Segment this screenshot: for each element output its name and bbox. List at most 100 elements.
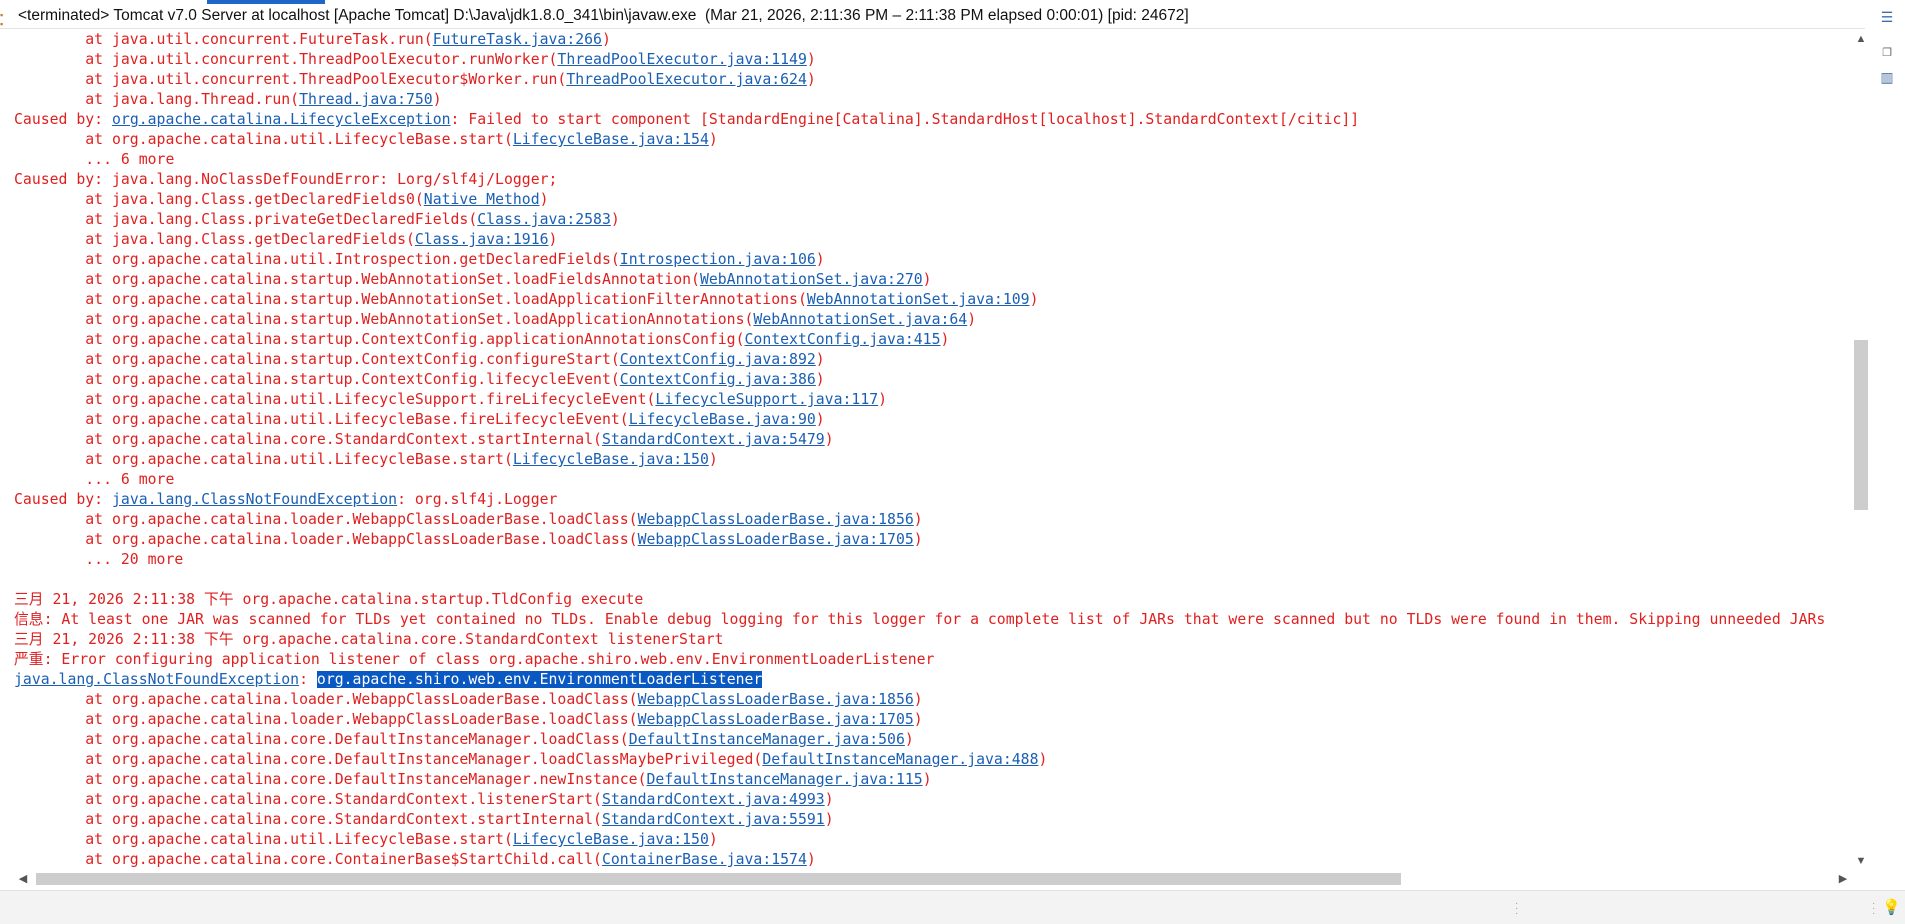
console-text: ) bbox=[824, 811, 834, 828]
stack-trace-link[interactable]: Native Method bbox=[424, 191, 540, 208]
console-text: at org.apache.catalina.util.LifecycleBas… bbox=[14, 411, 629, 428]
console-line: at java.lang.Class.getDeclaredFields(Cla… bbox=[14, 230, 1852, 250]
stack-trace-link[interactable]: WebAnnotationSet.java:64 bbox=[753, 311, 967, 328]
status-bar: · · · · · · 💡 bbox=[0, 890, 1905, 924]
stack-trace-link[interactable]: LifecycleBase.java:150 bbox=[513, 831, 709, 848]
restore-icon[interactable]: ❐ bbox=[1878, 44, 1896, 62]
console-text: at org.apache.catalina.util.LifecycleSup… bbox=[14, 391, 656, 408]
vertical-scroll-thumb[interactable] bbox=[1854, 340, 1868, 510]
stack-trace-link[interactable]: StandardContext.java:5479 bbox=[602, 431, 825, 448]
active-tab-indicator[interactable] bbox=[207, 0, 325, 4]
console-text: ) bbox=[806, 851, 816, 868]
console-text: ) bbox=[967, 311, 977, 328]
horizontal-scrollbar[interactable]: ◀ ▶ bbox=[14, 870, 1852, 888]
vertical-scrollbar[interactable]: ▲ ▼ bbox=[1852, 30, 1870, 870]
console-text: ) bbox=[539, 191, 549, 208]
console-text: 严重: Error configuring application listen… bbox=[14, 651, 935, 668]
stack-trace-link[interactable]: ThreadPoolExecutor.java:624 bbox=[566, 71, 807, 88]
stack-trace-link[interactable]: LifecycleBase.java:150 bbox=[513, 451, 709, 468]
status-grip-icon-2: · · · bbox=[1872, 898, 1876, 919]
console-line: at org.apache.catalina.loader.WebappClas… bbox=[14, 710, 1852, 730]
stack-trace-link[interactable]: Class.java:1916 bbox=[415, 231, 549, 248]
console-text: ) bbox=[1038, 751, 1048, 768]
stack-trace-link[interactable]: ContextConfig.java:386 bbox=[620, 371, 816, 388]
console-text: : org.slf4j.Logger bbox=[397, 491, 558, 508]
console-text: ) bbox=[913, 511, 923, 528]
console-text: ) bbox=[940, 331, 950, 348]
console-line: Caused by: org.apache.catalina.Lifecycle… bbox=[14, 110, 1852, 130]
console-line: at org.apache.catalina.loader.WebappClas… bbox=[14, 690, 1852, 710]
stack-trace-link[interactable]: ThreadPoolExecutor.java:1149 bbox=[557, 51, 806, 68]
stack-trace-link[interactable]: org.apache.catalina.LifecycleException bbox=[112, 111, 451, 128]
stack-trace-link[interactable]: WebAnnotationSet.java:109 bbox=[807, 291, 1030, 308]
horizontal-scroll-thumb[interactable] bbox=[36, 873, 1401, 885]
console-text: at org.apache.catalina.loader.WebappClas… bbox=[14, 711, 638, 728]
stack-trace-link[interactable]: StandardContext.java:5591 bbox=[602, 811, 825, 828]
console-text: ) bbox=[1029, 291, 1039, 308]
console-text: ) bbox=[913, 711, 923, 728]
console-line: at org.apache.catalina.core.ContainerBas… bbox=[14, 850, 1852, 870]
stack-trace-link[interactable]: Thread.java:750 bbox=[299, 91, 433, 108]
console-text: ) bbox=[922, 771, 932, 788]
console-line: 三月 21, 2026 2:11:38 下午 org.apache.catali… bbox=[14, 630, 1852, 650]
outline-icon[interactable]: ☰ bbox=[1878, 8, 1896, 26]
console-text: at org.apache.catalina.core.ContainerBas… bbox=[14, 851, 602, 868]
view-menu-icon[interactable]: ▪ ▪ bbox=[0, 11, 7, 29]
console-line: 信息: At least one JAR was scanned for TLD… bbox=[14, 610, 1852, 630]
scroll-left-icon[interactable]: ◀ bbox=[14, 870, 32, 888]
console-text: : bbox=[299, 671, 317, 688]
console-text: 信息: At least one JAR was scanned for TLD… bbox=[14, 611, 1826, 628]
console-text: at java.lang.Thread.run( bbox=[14, 91, 300, 108]
stack-trace-link[interactable]: Introspection.java:106 bbox=[620, 251, 816, 268]
stack-trace-link[interactable]: WebappClassLoaderBase.java:1856 bbox=[638, 511, 914, 528]
lightbulb-icon[interactable]: 💡 bbox=[1882, 899, 1901, 917]
stack-trace-link[interactable]: LifecycleBase.java:90 bbox=[629, 411, 816, 428]
console-text: at org.apache.catalina.startup.ContextCo… bbox=[14, 331, 745, 348]
console-line: at org.apache.catalina.loader.WebappClas… bbox=[14, 530, 1852, 550]
console-text: at java.util.concurrent.FutureTask.run( bbox=[14, 31, 433, 48]
stack-trace-link[interactable]: ContextConfig.java:415 bbox=[745, 331, 941, 348]
stack-trace-link[interactable]: java.lang.ClassNotFoundException bbox=[112, 491, 397, 508]
selected-text[interactable]: org.apache.shiro.web.env.EnvironmentLoad… bbox=[316, 671, 763, 688]
stack-trace-link[interactable]: StandardContext.java:4993 bbox=[602, 791, 825, 808]
console-text: ... 20 more bbox=[14, 551, 184, 568]
console-text: at org.apache.catalina.startup.WebAnnota… bbox=[14, 271, 700, 288]
console-line: Caused by: java.lang.NoClassDefFoundErro… bbox=[14, 170, 1852, 190]
scroll-down-icon[interactable]: ▼ bbox=[1852, 852, 1870, 870]
console-text: at java.lang.Class.privateGetDeclaredFie… bbox=[14, 211, 478, 228]
console-line: at java.util.concurrent.ThreadPoolExecut… bbox=[14, 70, 1852, 90]
stack-trace-link[interactable]: Class.java:2583 bbox=[477, 211, 611, 228]
console-text: at java.lang.Class.getDeclaredFields( bbox=[14, 231, 415, 248]
console-text: ) bbox=[922, 271, 932, 288]
console-output[interactable]: at java.util.concurrent.FutureTask.run(F… bbox=[14, 30, 1852, 870]
console-text: at org.apache.catalina.core.DefaultInsta… bbox=[14, 771, 647, 788]
stack-trace-link[interactable]: DefaultInstanceManager.java:115 bbox=[647, 771, 923, 788]
console-text: 三月 21, 2026 2:11:38 下午 org.apache.catali… bbox=[14, 631, 724, 648]
stack-trace-link[interactable]: DefaultInstanceManager.java:488 bbox=[762, 751, 1038, 768]
console-text: ) bbox=[806, 71, 816, 88]
console-line: at java.util.concurrent.FutureTask.run(F… bbox=[14, 30, 1852, 50]
stack-trace-link[interactable]: LifecycleBase.java:154 bbox=[513, 131, 709, 148]
stack-trace-link[interactable]: ContextConfig.java:892 bbox=[620, 351, 816, 368]
console-text: ) bbox=[601, 31, 611, 48]
scroll-up-icon[interactable]: ▲ bbox=[1852, 30, 1870, 48]
console-text: at org.apache.catalina.core.DefaultInsta… bbox=[14, 731, 629, 748]
stack-trace-link[interactable]: WebappClassLoaderBase.java:1705 bbox=[638, 531, 914, 548]
stack-trace-link[interactable]: WebAnnotationSet.java:270 bbox=[700, 271, 923, 288]
stack-trace-link[interactable]: java.lang.ClassNotFoundException bbox=[14, 671, 299, 688]
console-text: ) bbox=[824, 431, 834, 448]
console-text: at org.apache.catalina.util.Introspectio… bbox=[14, 251, 620, 268]
stack-trace-link[interactable]: WebappClassLoaderBase.java:1705 bbox=[638, 711, 914, 728]
stack-trace-link[interactable]: FutureTask.java:266 bbox=[433, 31, 602, 48]
console-text: ) bbox=[815, 351, 825, 368]
console-text: ) bbox=[708, 831, 718, 848]
stack-trace-link[interactable]: WebappClassLoaderBase.java:1856 bbox=[638, 691, 914, 708]
scroll-right-icon[interactable]: ▶ bbox=[1834, 870, 1852, 888]
panel-icon[interactable]: ▥ bbox=[1878, 68, 1896, 86]
stack-trace-link[interactable]: ContainerBase.java:1574 bbox=[602, 851, 807, 868]
console-text: ... 6 more bbox=[14, 471, 175, 488]
console-line: at org.apache.catalina.core.DefaultInsta… bbox=[14, 770, 1852, 790]
stack-trace-link[interactable]: LifecycleSupport.java:117 bbox=[655, 391, 878, 408]
console-line: at org.apache.catalina.util.LifecycleBas… bbox=[14, 130, 1852, 150]
stack-trace-link[interactable]: DefaultInstanceManager.java:506 bbox=[629, 731, 905, 748]
